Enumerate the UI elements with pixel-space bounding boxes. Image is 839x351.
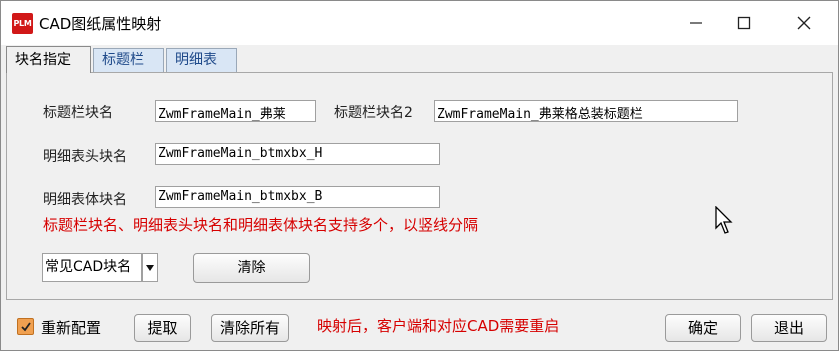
restart-notice: 映射后，客户端和对应CAD需要重启 (317, 317, 560, 335)
title-block2-input[interactable]: ZwmFrameMain_弗莱格总装标题栏 (434, 100, 738, 122)
exit-button[interactable]: 退出 (751, 314, 827, 342)
close-button[interactable] (776, 1, 832, 45)
minimize-icon (690, 22, 702, 24)
checkmark-icon (20, 321, 31, 331)
reset-label: 重新配置 (41, 319, 102, 337)
extract-button[interactable]: 提取 (134, 314, 191, 342)
detail-header-label: 明细表头块名 (43, 149, 127, 165)
clear-all-button[interactable]: 清除所有 (211, 314, 289, 342)
detail-body-label: 明细表体块名 (43, 192, 127, 208)
maximize-button[interactable] (716, 1, 772, 45)
title-block2-label: 标题栏块名2 (334, 105, 413, 121)
multi-value-hint: 标题栏块名、明细表头块名和明细表体块名支持多个，以竖线分隔 (43, 216, 479, 234)
clear-button[interactable]: 清除 (193, 253, 310, 283)
dialog-window: PLM CAD图纸属性映射 块名指定 标题栏 明细表 标题栏块名 ZwmFram… (0, 0, 839, 351)
maximize-icon (737, 16, 751, 30)
close-icon (797, 16, 811, 30)
ok-button[interactable]: 确定 (665, 314, 741, 342)
detail-header-input[interactable]: ZwmFrameMain_btmxbx_H (155, 143, 440, 165)
title-block-input[interactable]: ZwmFrameMain_弗莱 (155, 100, 316, 122)
mouse-cursor-icon (715, 206, 733, 234)
tab-block-name[interactable]: 块名指定 (6, 46, 91, 73)
detail-body-input[interactable]: ZwmFrameMain_btmxbx_B (155, 186, 440, 208)
common-block-dropdown-button[interactable] (142, 253, 158, 282)
tab-panel: 标题栏块名 ZwmFrameMain_弗莱 标题栏块名2 ZwmFrameMai… (6, 72, 833, 300)
common-block-select[interactable]: 常见CAD块名 (42, 253, 142, 282)
title-block-label: 标题栏块名 (43, 105, 113, 121)
title-bar: PLM CAD图纸属性映射 (1, 1, 838, 45)
chevron-down-icon (146, 264, 154, 271)
app-icon: PLM (12, 13, 33, 34)
window-title: CAD图纸属性映射 (39, 15, 162, 33)
tab-detail-table[interactable]: 明细表 (166, 48, 237, 72)
reset-checkbox[interactable] (17, 318, 34, 335)
tab-title-bar[interactable]: 标题栏 (93, 48, 164, 72)
